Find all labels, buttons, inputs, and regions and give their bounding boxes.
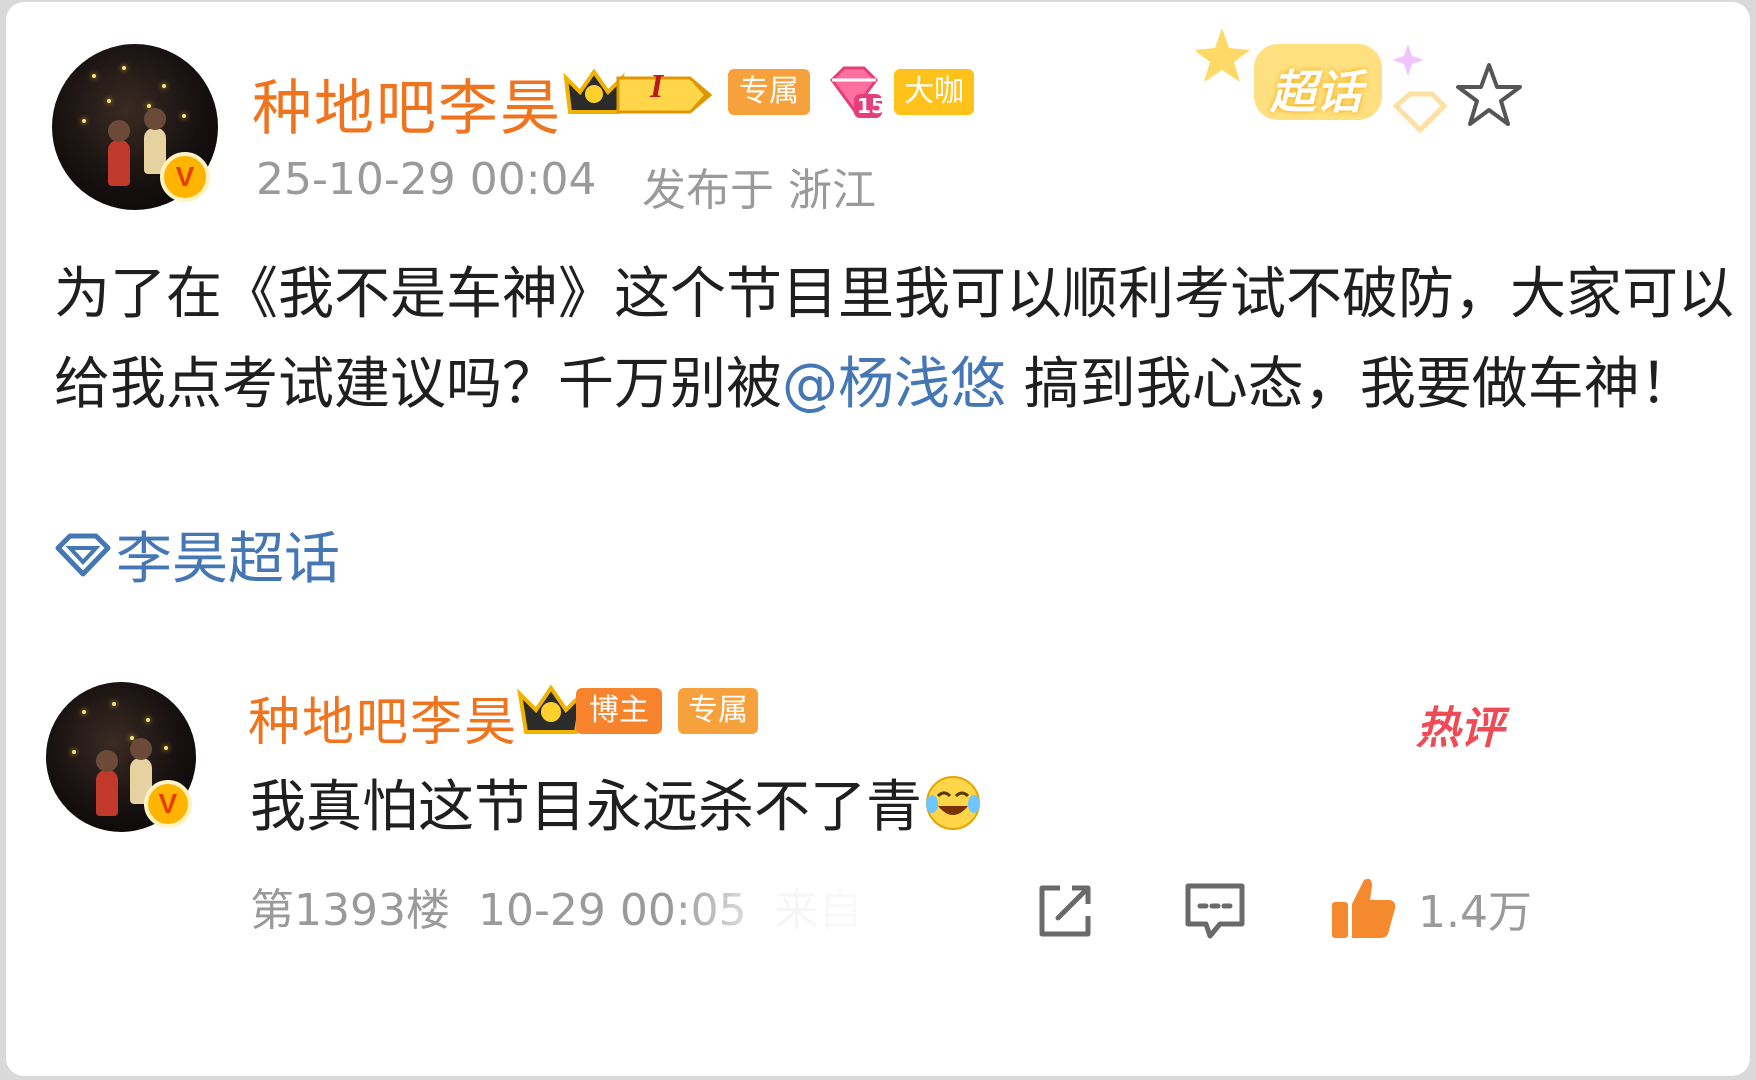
gem-level-number: 15 [857,94,885,118]
blogger-tag: 博主 [576,688,662,734]
like-count: 1.4万 [1418,887,1532,938]
mention-link[interactable]: @杨浅悠 [782,352,1006,417]
post-author-avatar[interactable]: V [52,44,218,210]
post-author-name[interactable]: 种地吧李昊 [252,60,562,147]
hot-comment-label: 热评 [1416,703,1504,754]
post-timestamp: 25-10-29 00:04 [256,154,597,205]
supertopic-badge[interactable]: 超话 [1194,22,1456,146]
share-edit-icon[interactable] [1032,878,1098,944]
laughing-crying-emoji [926,775,980,830]
comment-text: 我真怕这节目永远杀不了青 [250,775,922,840]
post-text-part2: 搞到我心态，我要做车神！ [1006,352,1696,417]
thumbs-up-icon [1332,878,1396,938]
avatar-figure-girl [108,120,130,186]
supertopic-link-label: 李昊超话 [116,527,340,592]
membership-level: I [650,68,664,105]
star-outline-icon[interactable] [1454,60,1524,130]
weibo-post-card: V 种地吧李昊 I 专属 15 大咖 超话 25-10-29 00:04 发布于… [6,2,1750,1076]
comment-floor: 第1393楼 [250,885,450,936]
bigshot-tag: 大咖 [894,69,974,115]
verified-v-icon: V [144,780,192,828]
supertopic-link[interactable]: 李昊超话 [54,514,340,595]
comment-bubble-icon[interactable] [1180,878,1250,948]
supertopic-diamond-icon [55,533,111,576]
like-button[interactable]: 1.4万 [1328,872,1532,944]
verified-v-icon: V [160,152,210,202]
footer-fade-overlay [674,874,924,944]
supertopic-label: 超话 [1270,65,1362,119]
membership-crown-icon [563,68,713,114]
post-body: 为了在《我不是车神》这个节目里我可以顺利考试不破防，大家可以给我点考试建议吗？千… [54,250,1734,430]
comment-author-name[interactable]: 种地吧李昊 [248,680,518,755]
post-location: 发布于 浙江 [642,165,876,216]
comment-author-avatar[interactable]: V [46,682,196,832]
exclusive-tag: 专属 [678,688,758,734]
avatar-figure-girl [96,750,118,816]
comment-body: 我真怕这节目永远杀不了青 [250,762,982,843]
exclusive-tag: 专属 [728,69,810,115]
